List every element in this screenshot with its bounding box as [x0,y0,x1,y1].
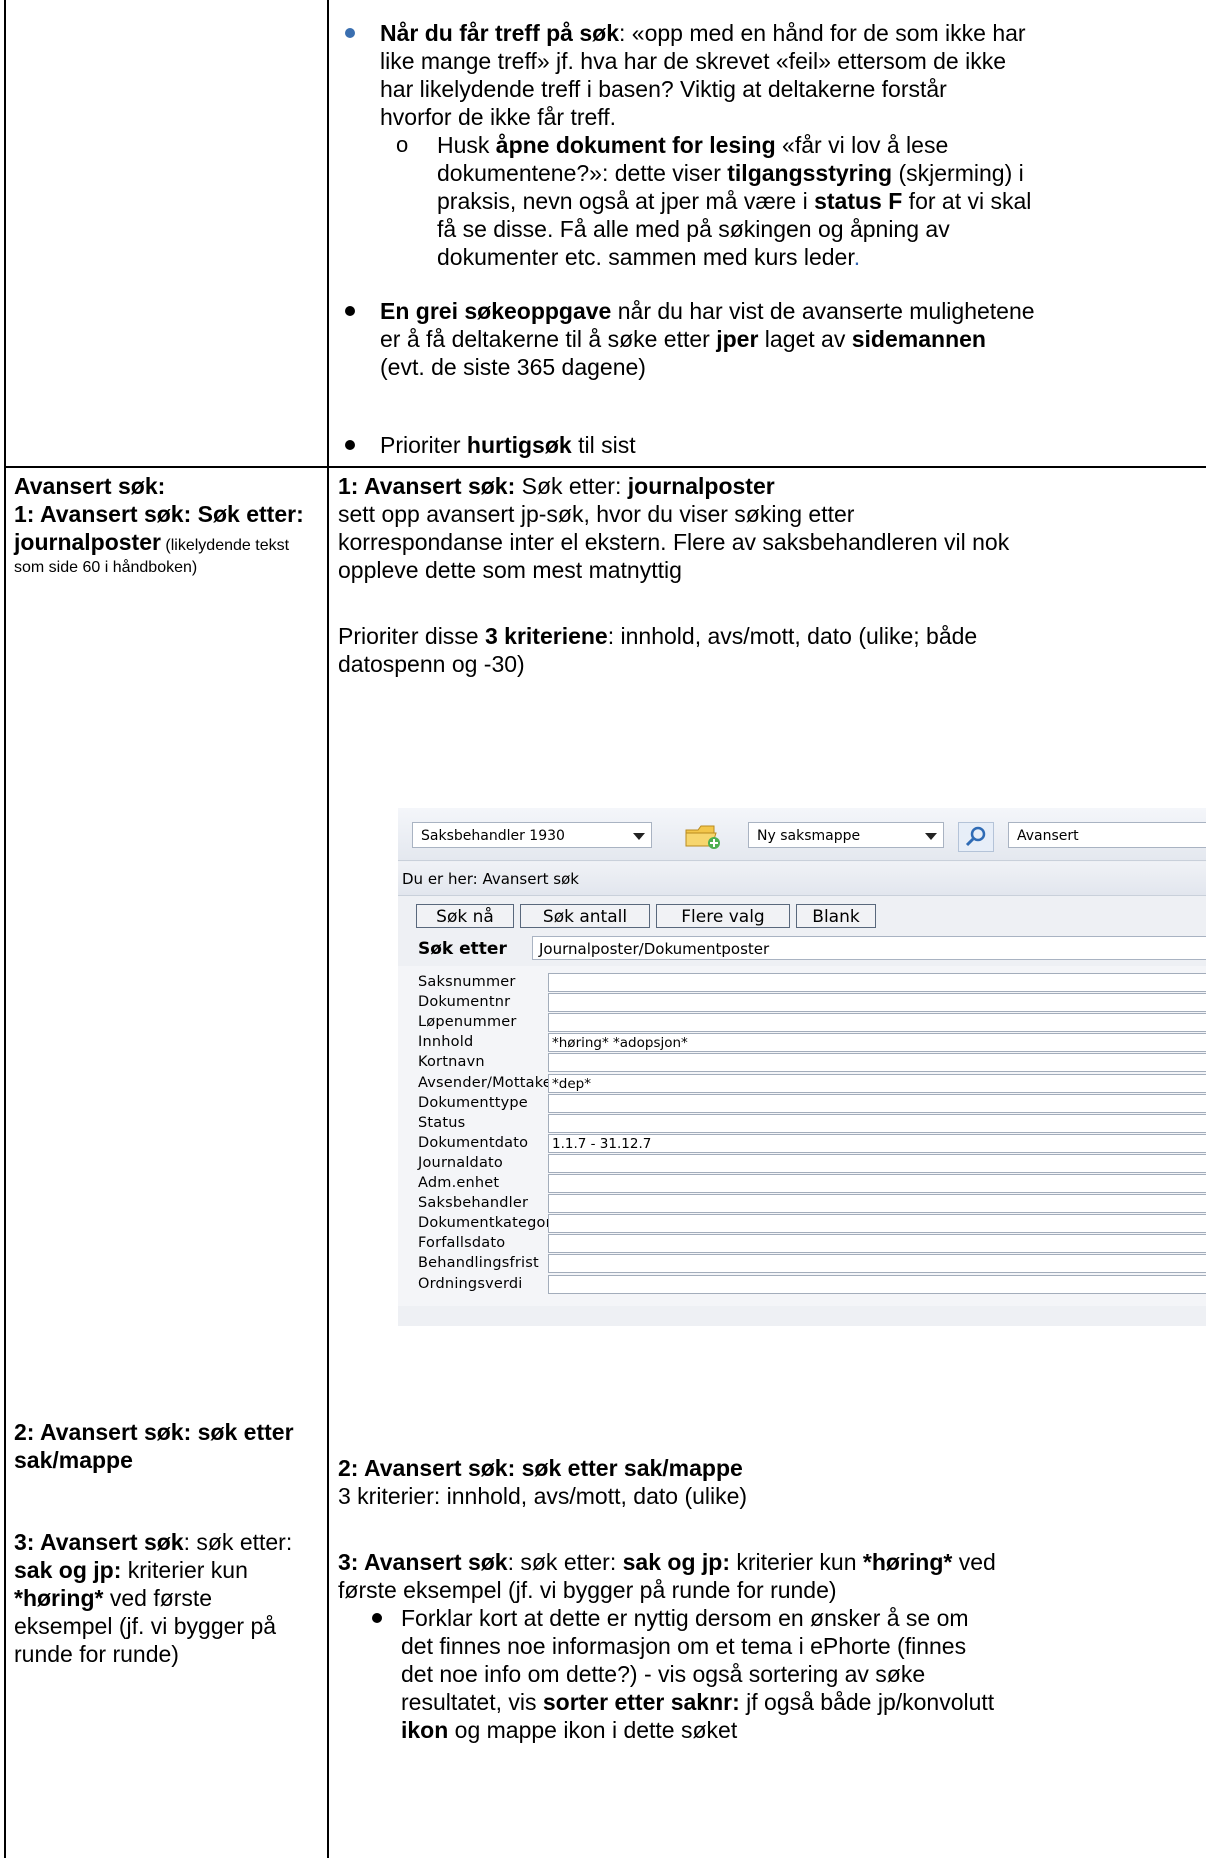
row1-sub-line4: få se disse. Få alle med på søkingen og … [437,216,950,242]
field-input[interactable] [548,1275,1206,1294]
search-now-button[interactable]: Søk nå [416,904,514,928]
row2-right-s3-bullet-line5: ikon og mappe ikon i dette søket [401,1717,738,1743]
document-page: Når du får treff på søk: «opp med en hån… [0,0,1206,1858]
row2-left-title: Avansert søk: [14,473,166,499]
row1-sub-line5: dokumenter etc. sammen med kurs leder. [437,244,861,270]
row1-bullet1-line4: hvorfor de ikke får treff. [380,104,617,130]
field-input[interactable]: 1.1.7 - 31.12.7 [548,1134,1206,1153]
row2-left-s3-line4: eksempel (jf. vi bygger på [14,1613,277,1639]
field-label: Dokumenttype [418,1095,528,1111]
field-label: Dokumentkategori [418,1215,556,1231]
search-for-select[interactable]: Journalposter/Dokumentposter [532,936,1206,960]
field-input[interactable] [548,1053,1206,1072]
field-label: Saksnummer [418,974,516,990]
field-label: Avsender/Mottaker [418,1075,559,1091]
row2-right-p2-line2: datospenn og -30) [338,651,525,677]
field-label: Dokumentnr [418,994,511,1010]
field-label: Dokumentdato [418,1135,529,1151]
row2-right-s3-line1: 3: Avansert søk: søk etter: sak og jp: k… [338,1549,996,1575]
field-label: Status [418,1115,466,1131]
row2-right-s3-bullet-line2: det finnes noe informasjon om et tema i … [401,1633,967,1659]
field-label: Kortnavn [418,1054,485,1070]
field-input[interactable] [548,993,1206,1012]
field-label: Løpenummer [418,1014,517,1030]
embedded-search-screenshot: Saksbehandler 1930 Ny saksmappe Avansert… [398,808,1206,1326]
blank-button[interactable]: Blank [796,904,876,928]
field-label: Behandlingsfrist [418,1255,539,1271]
row2-left-line4: som side 60 i håndboken) [14,559,198,576]
field-label: Adm.enhet [418,1175,500,1191]
row2-right-p1-line4: oppleve dette som mest matnyttig [338,557,682,583]
field-input[interactable]: *høring* *adopsjon* [548,1033,1206,1052]
row1-bullet1-line2: like mange treff» jf. hva har de skrevet… [380,48,1006,74]
row2-left-s2-line2: sak/mappe [14,1447,133,1473]
field-input[interactable] [548,1254,1206,1273]
row2-left-s3-line2: sak og jp: kriterier kun [14,1557,248,1583]
row1-bullet2-line2: er å få deltakerne til å søke etter jper… [380,326,986,352]
table-left-border [4,0,6,1858]
search-count-button[interactable]: Søk antall [520,904,650,928]
row2-right-p1-line2: sett opp avansert jp-søk, hvor du viser … [338,501,855,527]
row2-left-s2-line1: 2: Avansert søk: søk etter [14,1419,294,1445]
bullet-dot [345,28,355,38]
row2-right-s2-title: 2: Avansert søk: søk etter sak/mappe [338,1455,743,1481]
field-input[interactable] [548,1114,1206,1133]
search-type-select[interactable]: Avansert [1008,822,1206,848]
table-column-divider [327,0,329,1858]
field-label: Ordningsverdi [418,1276,523,1292]
row2-right-p2-line1: Prioriter disse 3 kriteriene: innhold, a… [338,623,978,649]
row2-left-s3-line5: runde for runde) [14,1641,179,1667]
screenshot-toolbar: Saksbehandler 1930 Ny saksmappe Avansert [398,808,1206,861]
breadcrumb: Du er her: Avansert søk [398,862,1206,896]
field-input[interactable] [548,1214,1206,1233]
search-for-label: Søk etter [418,939,507,959]
more-options-button[interactable]: Flere valg [656,904,790,928]
sub-bullet-marker: o [396,132,409,157]
row1-bullet2-line3: (evt. de siste 365 dagene) [380,354,646,380]
row1-bullet3: Prioriter hurtigsøk til sist [380,432,636,458]
chevron-down-icon [925,833,937,840]
table-row-divider [4,466,1206,468]
field-input[interactable] [548,1194,1206,1213]
row2-left-line2: 1: Avansert søk: Søk etter: [14,501,304,527]
user-role-select[interactable]: Saksbehandler 1930 [412,822,652,848]
row1-sub-line3: praksis, nevn også at jper må være i sta… [437,188,1032,214]
field-label: Innhold [418,1034,474,1050]
row1-sub-line2: dokumentene?»: dette viser tilgangsstyri… [437,160,1024,186]
row2-right-s3-line2: første eksempel (jf. vi bygger på runde … [338,1577,837,1603]
row1-bullet2-line1: En grei søkeoppgave når du har vist de a… [380,298,1035,324]
field-label: Saksbehandler [418,1195,529,1211]
row1-sub-line1: Husk åpne dokument for lesing «får vi lo… [437,132,949,158]
row2-right-s3-bullet-line1: Forklar kort at dette er nyttig dersom e… [401,1605,969,1631]
bullet-dot [345,440,355,450]
row2-right-s3-bullet-line3: det noe info om dette?) - vis også sorte… [401,1661,926,1687]
row2-left-s3-line1: 3: Avansert søk: søk etter: [14,1529,293,1555]
field-input[interactable] [548,1174,1206,1193]
row1-bullet1-line3: har likelydende treff i basen? Viktig at… [380,76,947,102]
search-icon[interactable] [958,822,994,852]
folder-add-icon[interactable] [684,822,724,850]
row2-right-s2-line2: 3 kriterier: innhold, avs/mott, dato (ul… [338,1483,748,1509]
field-input[interactable] [548,1013,1206,1032]
row2-right-p1-line1: 1: Avansert søk: Søk etter: journalposte… [338,473,775,499]
field-input[interactable] [548,1154,1206,1173]
field-label: Forfallsdato [418,1235,506,1251]
bullet-dot [372,1613,382,1623]
field-input[interactable] [548,1234,1206,1253]
field-input[interactable]: *dep* [548,1074,1206,1093]
row2-left-s3-line3: *høring* ved første [14,1585,213,1611]
chevron-down-icon [633,833,645,840]
field-label: Journaldato [418,1155,503,1171]
row1-bullet1-line1: Når du får treff på søk: «opp med en hån… [380,20,1026,46]
bullet-dot [345,306,355,316]
field-input[interactable] [548,973,1206,992]
field-input[interactable] [548,1094,1206,1113]
row2-right-p1-line3: korrespondanse inter el ekstern. Flere a… [338,529,1010,555]
new-case-folder-select[interactable]: Ny saksmappe [748,822,944,848]
row2-right-s3-bullet-line4: resultatet, vis sorter etter saknr: jf o… [401,1689,995,1715]
